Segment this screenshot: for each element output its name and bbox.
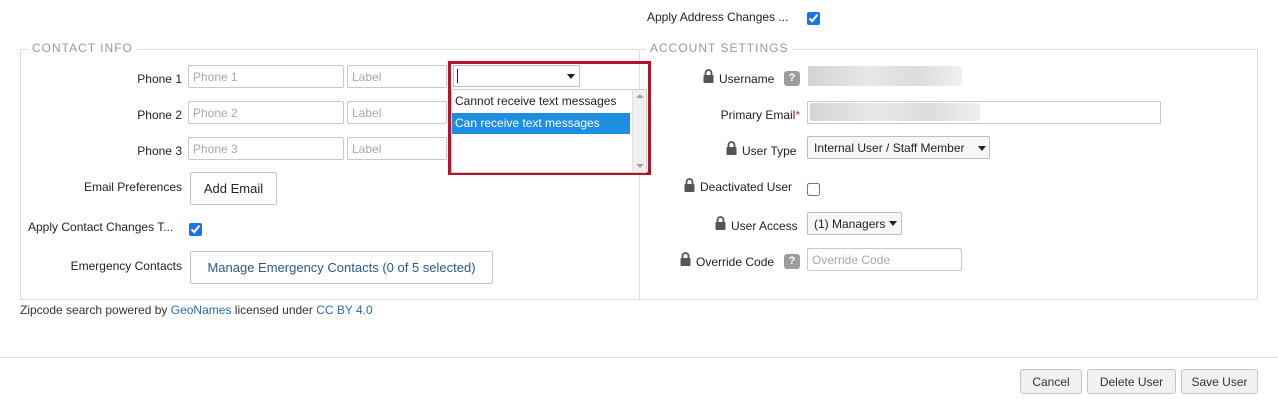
user-access-select-value: (1) Managers — [814, 217, 886, 231]
save-user-button[interactable]: Save User — [1181, 369, 1258, 394]
emergency-contacts-label: Emergency Contacts — [70, 259, 182, 273]
required-asterisk: * — [795, 108, 800, 122]
phone-3-input[interactable] — [188, 137, 344, 160]
zipcode-attribution: Zipcode search powered by GeoNames licen… — [20, 303, 373, 317]
listbox-scrollbar[interactable] — [632, 90, 646, 172]
phone-3-label-input[interactable] — [347, 137, 447, 160]
phone-3-label: Phone 3 — [137, 144, 182, 158]
user-access-label: User Access — [731, 219, 798, 233]
user-type-select[interactable]: Internal User / Staff Member — [807, 136, 990, 159]
apply-contact-changes-label: Apply Contact Changes T... — [28, 220, 174, 234]
phone-2-label: Phone 2 — [137, 108, 182, 122]
apply-contact-changes-checkbox[interactable] — [189, 223, 202, 236]
phone-1-input[interactable] — [188, 65, 344, 88]
override-code-input[interactable] — [807, 248, 962, 271]
override-code-label: Override Code — [696, 255, 775, 269]
lock-icon — [684, 178, 695, 192]
help-icon[interactable]: ? — [784, 71, 800, 86]
lock-icon — [715, 216, 726, 230]
caret-down-icon — [978, 146, 986, 151]
cancel-button[interactable]: Cancel — [1020, 369, 1082, 394]
contact-info-legend: CONTACT INFO — [28, 41, 137, 55]
text-capability-select[interactable] — [453, 65, 580, 87]
username-label: Username — [719, 72, 775, 86]
manage-emergency-contacts-button[interactable]: Manage Emergency Contacts (0 of 5 select… — [190, 251, 493, 284]
attribution-middle: licensed under — [231, 303, 317, 317]
scroll-down-arrow-icon[interactable] — [636, 164, 644, 168]
lock-icon — [703, 69, 714, 83]
apply-address-changes-checkbox[interactable] — [807, 12, 820, 25]
user-access-select[interactable]: (1) Managers — [807, 212, 902, 235]
caret-down-icon — [889, 221, 897, 226]
geonames-link[interactable]: GeoNames — [171, 303, 232, 317]
phone-2-input[interactable] — [188, 101, 344, 124]
primary-email-label: Primary Email* — [690, 108, 800, 122]
lock-icon — [726, 141, 737, 155]
phone-1-label: Phone 1 — [137, 72, 182, 86]
account-settings-legend: ACCOUNT SETTINGS — [646, 41, 793, 55]
text-cursor — [457, 69, 458, 83]
cc-by-license-link[interactable]: CC BY 4.0 — [316, 303, 372, 317]
email-preferences-label: Email Preferences — [83, 180, 182, 194]
deactivated-user-checkbox[interactable] — [807, 183, 820, 196]
option-can-receive-text[interactable]: Can receive text messages — [452, 113, 630, 134]
primary-email-label-text: Primary Email — [720, 108, 796, 122]
apply-address-changes-label: Apply Address Changes ... — [647, 10, 789, 24]
text-capability-listbox[interactable]: Cannot receive text messages Can receive… — [451, 89, 647, 173]
scroll-up-arrow-icon[interactable] — [636, 94, 644, 98]
username-value — [808, 66, 962, 86]
caret-down-icon — [567, 74, 575, 79]
primary-email-value — [810, 103, 980, 121]
user-type-label: User Type — [742, 144, 797, 158]
deactivated-user-label: Deactivated User — [700, 180, 793, 194]
add-email-button[interactable]: Add Email — [190, 172, 277, 205]
user-type-select-value: Internal User / Staff Member — [814, 141, 965, 155]
option-cannot-receive-text[interactable]: Cannot receive text messages — [452, 91, 630, 112]
lock-icon — [680, 252, 691, 266]
help-icon[interactable]: ? — [784, 254, 800, 269]
delete-user-button[interactable]: Delete User — [1087, 369, 1176, 394]
attribution-prefix: Zipcode search powered by — [20, 303, 171, 317]
actions-divider — [0, 357, 1278, 358]
phone-1-label-input[interactable] — [347, 65, 447, 88]
phone-2-label-input[interactable] — [347, 101, 447, 124]
